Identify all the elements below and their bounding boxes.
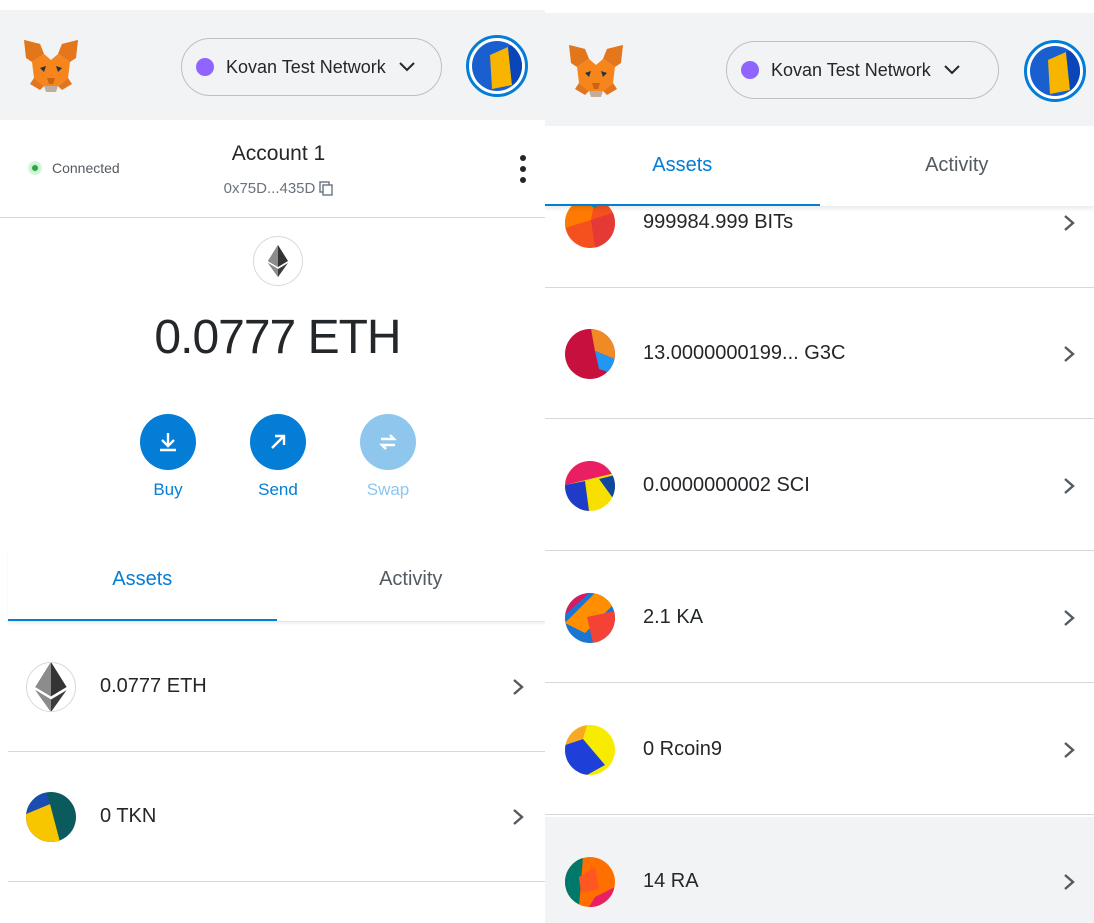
- account-avatar[interactable]: [466, 35, 528, 97]
- asset-list-item[interactable]: 2.1 KA: [545, 553, 1094, 683]
- swap-button[interactable]: Swap: [343, 414, 433, 500]
- network-label: Kovan Test Network: [226, 56, 386, 77]
- network-status-dot: [196, 58, 214, 76]
- account-options-menu-icon[interactable]: [519, 155, 527, 183]
- account-identicon-icon: [472, 41, 522, 91]
- ethereum-icon: [26, 661, 76, 712]
- account-identicon-icon: [1030, 46, 1080, 96]
- account-address[interactable]: 0x75D...435D: [0, 180, 545, 197]
- asset-list-item[interactable]: 0 TKN: [8, 752, 545, 882]
- send-label: Send: [258, 480, 298, 499]
- asset-activity-tabs: Assets Activity: [8, 550, 545, 622]
- tab-activity[interactable]: Activity: [277, 550, 546, 621]
- asset-activity-tabs: Assets Activity: [545, 126, 1094, 206]
- download-icon: [140, 414, 196, 470]
- copy-icon[interactable]: [319, 181, 334, 196]
- chevron-right-icon: [1064, 214, 1075, 231]
- buy-button[interactable]: Buy: [123, 414, 213, 500]
- token-identicon-icon: [26, 791, 76, 842]
- metamask-fox-logo-icon[interactable]: [22, 38, 80, 94]
- arrow-up-right-icon: [250, 414, 306, 470]
- network-label: Kovan Test Network: [771, 59, 931, 80]
- chevron-right-icon: [1064, 741, 1075, 758]
- ethereum-icon: [253, 236, 303, 286]
- asset-amount: 999984.999 BITs: [643, 211, 794, 233]
- network-status-dot: [741, 61, 759, 79]
- token-identicon-icon: [565, 460, 615, 511]
- chevron-right-icon: [1064, 345, 1075, 362]
- asset-amount: 13.0000000199... G3C: [643, 342, 846, 364]
- asset-list-item[interactable]: 0.0777 ETH: [8, 622, 545, 752]
- asset-list-item[interactable]: 0 Rcoin9: [545, 685, 1094, 815]
- network-selector[interactable]: Kovan Test Network: [181, 38, 442, 96]
- token-identicon-icon: [565, 328, 615, 379]
- chevron-down-icon: [944, 65, 960, 75]
- swap-icon: [360, 414, 416, 470]
- asset-list-item[interactable]: 0.0000000002 SCI: [545, 421, 1094, 551]
- primary-balance: 0.0777 ETH: [154, 311, 401, 364]
- tab-activity[interactable]: Activity: [820, 126, 1094, 206]
- account-bar: Connected Account 1 0x75D...435D: [0, 120, 545, 218]
- token-identicon-icon: [565, 724, 615, 775]
- chevron-right-icon: [1064, 477, 1075, 494]
- asset-amount: 0.0777 ETH: [100, 675, 207, 697]
- right-wallet-panel: Kovan Test Network Assets Activity 99998…: [545, 0, 1094, 923]
- asset-amount: 2.1 KA: [643, 606, 704, 628]
- chevron-right-icon: [1064, 873, 1075, 890]
- asset-list-item[interactable]: 14 RA: [545, 817, 1094, 923]
- tab-assets[interactable]: Assets: [8, 550, 277, 621]
- asset-list-item[interactable]: 13.0000000199... G3C: [545, 289, 1094, 419]
- left-wallet-panel: Kovan Test Network Connected Account 1 0…: [0, 0, 545, 923]
- token-identicon-icon: [565, 856, 615, 907]
- buy-label: Buy: [153, 480, 183, 499]
- asset-amount: 0.0000000002 SCI: [643, 474, 810, 496]
- swap-label: Swap: [366, 480, 410, 499]
- account-avatar[interactable]: [1024, 40, 1086, 102]
- chevron-down-icon: [399, 62, 415, 72]
- network-selector[interactable]: Kovan Test Network: [726, 41, 999, 99]
- account-address-text: 0x75D...435D: [223, 180, 316, 197]
- app-header: Kovan Test Network: [545, 13, 1094, 126]
- tab-assets[interactable]: Assets: [545, 126, 820, 206]
- send-button[interactable]: Send: [233, 414, 323, 500]
- chevron-right-icon: [513, 808, 524, 825]
- asset-amount: 0 Rcoin9: [643, 738, 722, 760]
- asset-amount: 0 TKN: [100, 805, 157, 827]
- asset-amount: 14 RA: [643, 870, 699, 892]
- chevron-right-icon: [1064, 609, 1075, 626]
- account-name[interactable]: Account 1: [0, 142, 545, 166]
- app-header: Kovan Test Network: [0, 10, 545, 120]
- chevron-right-icon: [513, 678, 524, 695]
- token-identicon-icon: [565, 592, 615, 643]
- metamask-fox-logo-icon[interactable]: [567, 43, 625, 99]
